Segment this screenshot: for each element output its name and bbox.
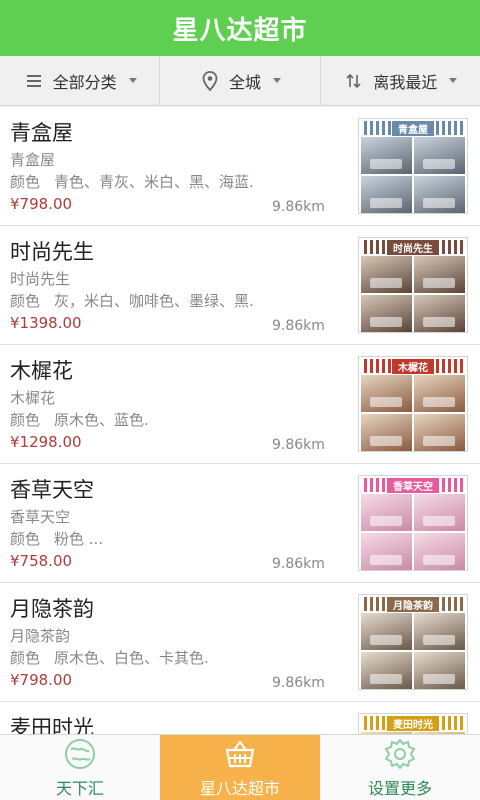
thumbnail-banner: 时尚先生 [361,239,465,255]
item-thumbnail[interactable]: 木樨花 [358,356,468,452]
colors-value: 原木色、白色、卡其色. [54,649,209,667]
item-thumbnail[interactable]: 香草天空 [358,475,468,571]
sort-icon [343,70,365,92]
colors-label: 颜色 [10,292,41,310]
list-item[interactable]: 月隐茶韵 月隐茶韵 颜色 原木色、白色、卡其色. ¥798.00 9.86km 月… [0,583,480,702]
item-thumbnail[interactable]: 时尚先生 [358,237,468,333]
thumbnail-banner-text: 麦田时光 [387,715,439,731]
app-header: 星八达超市 [0,0,480,56]
item-distance: 9.86km [272,199,325,215]
colors-value: 灰，米白、咖啡色、墨绿、黑. [54,292,254,310]
item-price: ¥1298.00 [10,433,82,451]
item-name: 月隐茶韵 [10,597,94,621]
item-name: 时尚先生 [10,240,94,264]
item-thumbnail[interactable]: 月隐茶韵 [358,594,468,690]
item-name: 木樨花 [10,359,73,383]
item-distance: 9.86km [272,556,325,572]
filter-category[interactable]: 全部分类 [0,56,161,105]
item-distance: 9.86km [272,437,325,453]
list-item[interactable]: 香草天空 香草天空 颜色 粉色 ... ¥758.00 9.86km 香草天空 [0,464,480,583]
item-subtitle: 时尚先生 [10,270,71,288]
item-subtitle: 香草天空 [10,508,71,526]
item-name: 青盒屋 [10,121,73,145]
thumbnail-banner-text: 时尚先生 [387,239,439,255]
list-item[interactable]: 木樨花 木樨花 颜色 原木色、蓝色. ¥1298.00 9.86km 木樨花 [0,345,480,464]
list-item[interactable]: 青盒屋 青盒屋 颜色 青色、青灰、米白、黑、海蓝. ¥798.00 9.86km … [0,107,480,226]
item-colors: 颜色 粉色 ... [10,528,295,549]
item-name: 香草天空 [10,478,94,502]
filter-category-label: 全部分类 [52,72,117,92]
item-subtitle: 木樨花 [10,389,56,407]
colors-value: 粉色 ... [54,530,104,548]
list-item[interactable]: 时尚先生 时尚先生 颜色 灰，米白、咖啡色、墨绿、黑. ¥1398.00 9.86… [0,226,480,345]
thumbnail-banner: 青盒屋 [361,120,465,136]
item-distance: 9.86km [272,318,325,334]
tab-settings[interactable]: 设置更多 [320,735,480,800]
thumbnail-banner-text: 木樨花 [392,358,434,374]
thumbnail-banner: 香草天空 [361,477,465,493]
filter-sort-label: 离我最近 [373,72,438,92]
gear-icon [385,738,415,769]
item-price: ¥798.00 [10,195,73,213]
colors-label: 颜色 [10,530,41,548]
item-colors: 颜色 青色、青灰、米白、黑、海蓝. [10,171,295,192]
tab-label: 设置更多 [367,778,432,798]
page-title: 星八达超市 [172,15,308,46]
list-item[interactable]: 麦田时光 麦田时光 [0,702,480,734]
globe-icon [65,738,95,769]
chevron-down-icon [273,78,281,83]
item-price: ¥758.00 [10,552,73,570]
colors-label: 颜色 [10,649,41,667]
thumbnail-banner-text: 青盒屋 [392,120,434,136]
tab-supermarket[interactable]: 星八达超市 [160,735,320,800]
item-thumbnail[interactable]: 青盒屋 [358,118,468,214]
filter-area-label: 全城 [228,72,261,92]
colors-value: 原木色、蓝色. [54,411,149,429]
shopping-basket-icon [225,739,255,767]
chevron-down-icon [128,78,137,83]
item-colors: 颜色 灰，米白、咖啡色、墨绿、黑. [10,290,295,311]
item-price: ¥1398.00 [10,314,82,332]
menu-icon [23,70,45,92]
colors-label: 颜色 [10,411,41,429]
item-colors: 颜色 原木色、白色、卡其色. [10,647,295,668]
bottom-tab-bar: 天下汇 星八达超市 设置更多 [0,734,480,800]
item-name: 麦田时光 [10,716,94,734]
item-colors: 颜色 原木色、蓝色. [10,409,295,430]
item-subtitle: 青盒屋 [10,151,56,169]
colors-label: 颜色 [10,173,41,191]
colors-value: 青色、青灰、米白、黑、海蓝. [54,173,254,191]
filter-sort[interactable]: 离我最近 [321,56,480,105]
item-price: ¥798.00 [10,671,73,689]
thumbnail-banner-text: 月隐茶韵 [387,596,439,612]
item-distance: 9.86km [272,675,325,691]
store-list: 青盒屋 青盒屋 颜色 青色、青灰、米白、黑、海蓝. ¥798.00 9.86km … [0,107,480,734]
location-pin-icon [199,70,221,92]
tab-label: 天下汇 [55,778,104,798]
tab-tianxiahui[interactable]: 天下汇 [0,735,160,800]
thumbnail-banner: 木樨花 [361,358,465,374]
thumbnail-banner: 麦田时光 [361,715,465,731]
thumbnail-banner-text: 香草天空 [387,477,439,493]
item-subtitle: 月隐茶韵 [10,627,71,645]
filter-bar: 全部分类 全城 离我最近 [0,56,480,106]
chevron-down-icon [449,78,458,83]
tab-label: 星八达超市 [199,778,280,798]
item-thumbnail[interactable]: 麦田时光 [358,713,468,734]
filter-area[interactable]: 全城 [160,56,321,105]
thumbnail-banner: 月隐茶韵 [361,596,465,612]
